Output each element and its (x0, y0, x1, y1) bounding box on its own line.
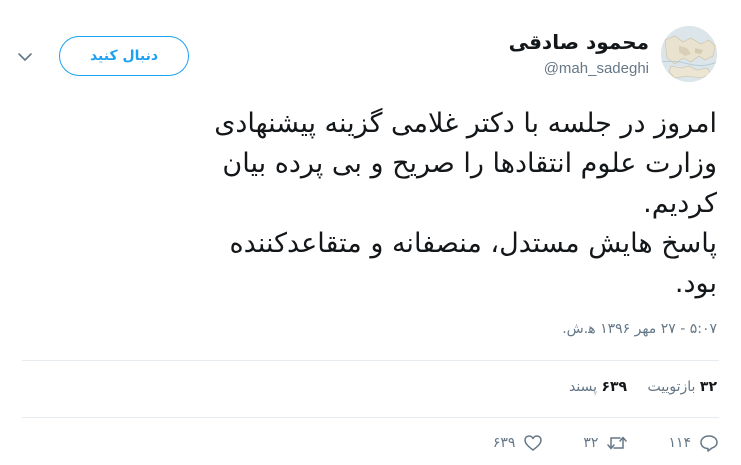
retweets-stat[interactable]: ۳۲ بازتوییت (648, 379, 717, 395)
retweet-button[interactable]: ۳۲ (583, 433, 628, 453)
reply-icon (699, 433, 719, 453)
reply-count: ۱۱۴ (668, 435, 691, 451)
likes-stat-count: ۶۳۹ (601, 379, 628, 395)
tweet-text: امروز در جلسه با دکتر غلامی گزینه پیشنها… (47, 104, 717, 304)
tweet-timestamp[interactable]: ۵:۰۷ - ۲۷ مهر ۱۳۹۶ ه‍.ش. (562, 321, 717, 337)
author-handle[interactable]: @mah_sadeghi (544, 60, 649, 77)
likes-stat[interactable]: ۶۳۹ پسند (569, 379, 627, 395)
like-button[interactable]: ۶۳۹ (493, 433, 544, 453)
divider (22, 360, 719, 361)
tweet-stats: ۳۲ بازتوییت ۶۳۹ پسند (553, 379, 717, 395)
tweet-text-line: کردیم. (643, 188, 717, 219)
retweets-stat-label: بازتوییت (647, 379, 696, 395)
map-avatar-image (661, 26, 717, 82)
retweet-count: ۳۲ (583, 435, 599, 451)
tweet-actions: ۱۱۴ ۳۲ ۶۳۹ (493, 433, 719, 453)
tweet-text-line: بود. (674, 268, 717, 299)
follow-button[interactable]: دنبال کنید (59, 36, 189, 76)
reply-button[interactable]: ۱۱۴ (668, 433, 719, 453)
retweet-icon (606, 433, 628, 453)
divider (22, 417, 719, 418)
avatar[interactable] (661, 26, 717, 82)
tweet-text-line: پاسخ هایش مستدل، منصفانه و متقاعدکننده (229, 228, 718, 259)
tweet-text-line: وزارت علوم انتقادها را صریح و بی پرده بی… (222, 148, 717, 179)
like-count: ۶۳۹ (492, 435, 516, 451)
likes-stat-label: پسند (569, 379, 597, 395)
author-name[interactable]: محمود صادقی (509, 30, 649, 54)
chevron-down-icon[interactable] (17, 51, 33, 63)
retweets-stat-count: ۳۲ (699, 379, 717, 395)
tweet-card: محمود صادقی @mah_sadeghi دنبال کنید امرو… (0, 0, 741, 465)
heart-icon (523, 433, 543, 453)
tweet-text-line: امروز در جلسه با دکتر غلامی گزینه پیشنها… (214, 108, 717, 139)
